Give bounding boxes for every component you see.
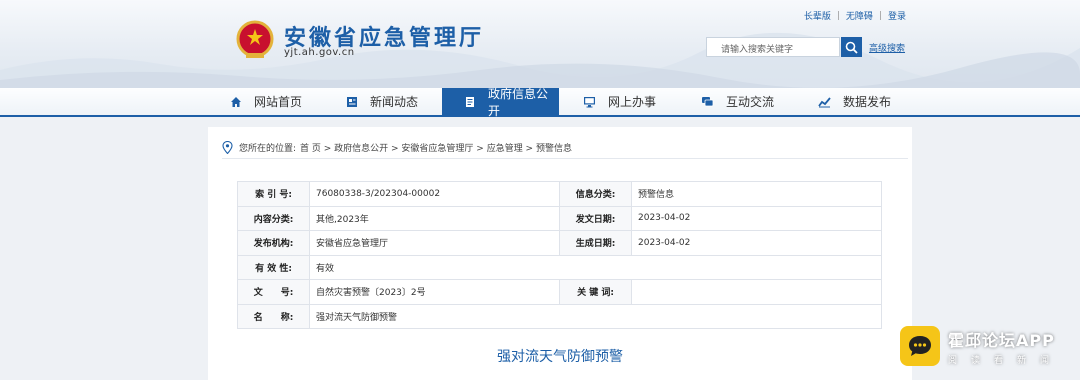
content-category-value: 其他,2023年 (309, 205, 560, 231)
nav-label: 新闻动态 (370, 95, 419, 109)
generated-date-value: 2023-04-02 (631, 230, 882, 256)
main-content: 您所在的位置: 首 页 > 政府信息公开 > 安徽省应急管理厅 > 应急管理 >… (208, 127, 912, 380)
nav-item-interaction[interactable]: 互动交流 (701, 88, 774, 115)
monitor-icon (583, 96, 596, 108)
search-button[interactable] (841, 37, 862, 57)
table-row: 内容分类: 其他,2023年 发文日期: 2023-04-02 (237, 205, 882, 231)
top-links: 长辈版 | 无障碍 | 登录 (804, 9, 906, 23)
news-icon (346, 96, 358, 108)
divider: | (836, 10, 840, 21)
keywords-value (631, 279, 882, 305)
nav-label: 网站首页 (254, 95, 303, 109)
document-title: 强对流天气防御预警 (497, 349, 623, 365)
breadcrumb: 您所在的位置: 首 页 > 政府信息公开 > 安徽省应急管理厅 > 应急管理 >… (222, 137, 908, 159)
divider: | (878, 10, 882, 21)
site-header: 安徽省应急管理厅 yjt.ah.gov.cn 长辈版 | 无障碍 | 登录 请输… (0, 0, 1080, 88)
validity-value: 有效 (309, 254, 882, 280)
nav-label: 网上办事 (608, 95, 657, 109)
breadcrumb-prefix: 您所在的位置: (239, 144, 297, 154)
publisher-value: 安徽省应急管理厅 (309, 230, 560, 256)
main-nav: 网站首页 新闻动态 政府信息公开 网上办事 互动交流 数据发布 (0, 87, 1080, 118)
index-label: 索 引 号: (237, 181, 310, 207)
table-row: 有 效 性: 有效 (237, 254, 882, 280)
document-number-value: 自然灾害预警〔2023〕2号 (309, 279, 560, 305)
publish-date-value: 2023-04-02 (631, 205, 882, 231)
table-row: 发布机构: 安徽省应急管理厅 生成日期: 2023-04-02 (237, 230, 882, 256)
publisher-label: 发布机构: (237, 230, 310, 256)
nav-item-gov-info[interactable]: 政府信息公开 (442, 87, 559, 118)
login-link[interactable]: 登录 (888, 9, 906, 22)
category-label: 信息分类: (559, 181, 632, 207)
app-text: 霍邱论坛APP 阅读看新闻 (948, 327, 1063, 366)
category-value: 预警信息 (631, 181, 882, 207)
nav-item-home[interactable]: 网站首页 (230, 88, 302, 115)
advanced-search-link[interactable]: 高级搜索 (869, 41, 905, 54)
national-emblem-icon (236, 20, 274, 58)
publish-date-label: 发文日期: (559, 205, 632, 231)
document-icon (464, 96, 476, 108)
app-subtitle: 阅读看新闻 (948, 355, 1064, 366)
table-row: 索 引 号: 76080338-3/202304-00002 信息分类: 预警信… (237, 181, 882, 207)
mountain-backdrop (0, 32, 1080, 88)
breadcrumb-path[interactable]: 首 页 > 政府信息公开 > 安徽省应急管理厅 > 应急管理 > 预警信息 (300, 141, 572, 154)
nav-item-data[interactable]: 数据发布 (818, 88, 891, 115)
nav-label: 数据发布 (843, 95, 892, 109)
app-watermark: 霍邱论坛APP 阅读看新闻 (900, 322, 1076, 370)
table-row: 名 称: 强对流天气防御预警 (237, 303, 882, 329)
table-row: 文 号: 自然灾害预警〔2023〕2号 关 键 词: (237, 279, 882, 305)
nav-item-online-service[interactable]: 网上办事 (583, 88, 656, 115)
generated-date-label: 生成日期: (559, 230, 632, 256)
search-icon (845, 41, 858, 54)
accessibility-link[interactable]: 无障碍 (846, 9, 873, 22)
search-input[interactable]: 请输入搜索关键字 (706, 37, 840, 57)
index-value: 76080338-3/202304-00002 (309, 181, 560, 207)
validity-label: 有 效 性: (237, 254, 310, 280)
document-number-label: 文 号: (237, 279, 310, 305)
location-pin-icon (222, 141, 233, 154)
nav-item-news[interactable]: 新闻动态 (346, 88, 418, 115)
keywords-label: 关 键 词: (559, 279, 632, 305)
site-domain: yjt.ah.gov.cn (284, 47, 355, 58)
name-label: 名 称: (237, 303, 310, 329)
document-info-table: 索 引 号: 76080338-3/202304-00002 信息分类: 预警信… (237, 181, 882, 329)
content-category-label: 内容分类: (237, 205, 310, 231)
elder-mode-link[interactable]: 长辈版 (804, 9, 831, 22)
nav-label: 政府信息公开 (488, 86, 549, 118)
chat-icon (701, 96, 714, 108)
home-icon (230, 96, 242, 108)
chat-bubble-icon (900, 326, 940, 366)
app-name: 霍邱论坛APP (948, 330, 1055, 350)
name-value: 强对流天气防御预警 (309, 303, 882, 329)
nav-label: 互动交流 (726, 95, 775, 109)
chart-icon (818, 96, 831, 108)
